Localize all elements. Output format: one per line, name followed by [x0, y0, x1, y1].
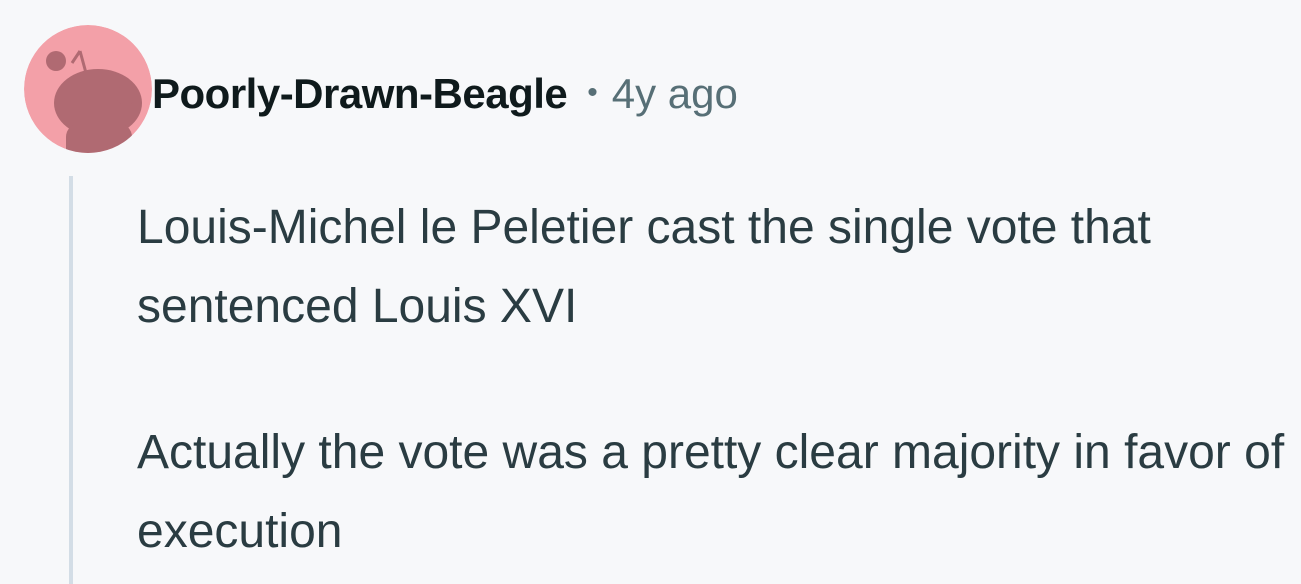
thread-line[interactable]: [69, 176, 73, 584]
comment: Poorly-Drawn-Beagle • 4y ago Louis-Miche…: [0, 0, 1301, 584]
avatar[interactable]: [24, 25, 152, 153]
comment-paragraph: Louis-Michel le Peletier cast the single…: [137, 201, 1151, 333]
comment-paragraph: Actually the vote was a pretty clear maj…: [137, 426, 1285, 558]
reddit-snoo-avatar-icon: [24, 25, 152, 153]
meta-separator: •: [587, 76, 598, 109]
comment-meta: Poorly-Drawn-Beagle • 4y ago: [152, 66, 738, 122]
comment-body: Louis-Michel le Peletier cast the single…: [137, 188, 1287, 571]
comment-timestamp[interactable]: 4y ago: [612, 70, 738, 118]
author-username[interactable]: Poorly-Drawn-Beagle: [152, 70, 568, 118]
